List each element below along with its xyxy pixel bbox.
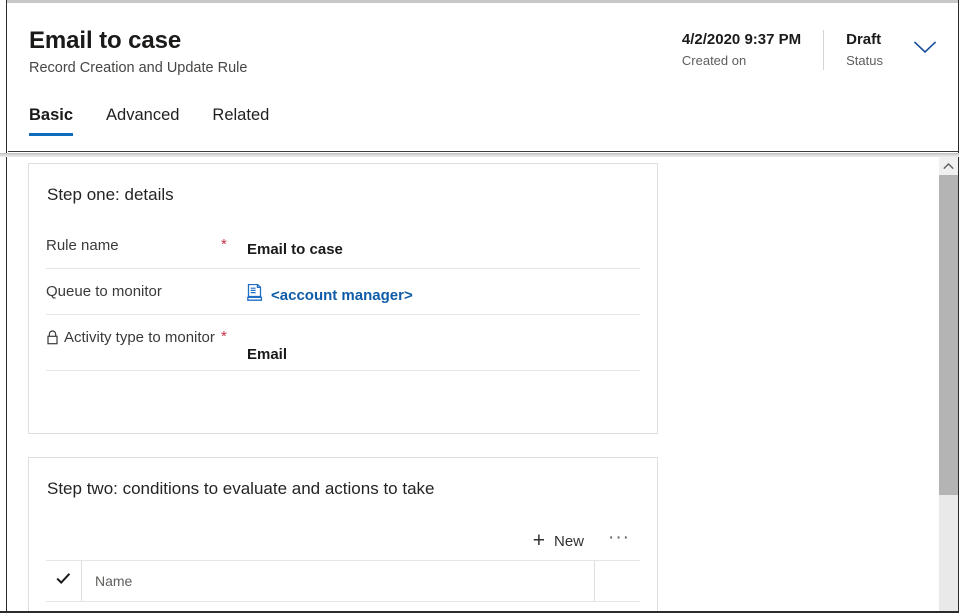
plus-icon: +: [532, 529, 545, 552]
vertical-scrollbar[interactable]: [939, 157, 958, 611]
status-label: Status: [846, 53, 883, 68]
checkmark-icon: [56, 572, 71, 590]
tab-related[interactable]: Related: [212, 103, 269, 136]
column-header-name[interactable]: Name: [81, 561, 594, 601]
rule-name-label-wrap: Rule name: [46, 229, 221, 257]
queue-label-wrap: Queue to monitor: [46, 275, 221, 303]
scroll-up-button[interactable]: [939, 157, 958, 175]
scrollbar-track[interactable]: [939, 495, 958, 611]
lock-icon: [46, 330, 59, 352]
header-info-bar: 4/2/2020 9:37 PM Created on Draft Status: [664, 30, 943, 70]
page-title: Email to case: [29, 27, 182, 54]
title-block: Email to case Record Creation and Update…: [29, 26, 247, 78]
form-tabs: Basic Advanced Related: [29, 103, 302, 136]
activity-type-required-marker: *: [221, 328, 227, 345]
header-expand-button[interactable]: [907, 32, 943, 68]
queue-to-monitor-label: Queue to monitor: [46, 283, 162, 300]
step-one-title: Step one: details: [47, 185, 174, 204]
select-all-checkbox[interactable]: [46, 561, 81, 601]
grid-column-divider: [594, 561, 595, 601]
tab-advanced[interactable]: Advanced: [106, 103, 179, 136]
step-two-command-bar: + New ···: [46, 522, 640, 561]
rule-name-value[interactable]: Email to case: [247, 229, 640, 265]
step-two-title: Step two: conditions to evaluate and act…: [47, 479, 435, 498]
step-one-card: Step one: details Rule name * Email to c…: [28, 163, 658, 434]
rule-name-required-marker: *: [221, 236, 227, 253]
chevron-down-icon: [913, 41, 937, 59]
field-row-rule-name: Rule name * Email to case: [46, 223, 640, 269]
queue-link[interactable]: <account manager>: [271, 285, 413, 307]
created-on-field: 4/2/2020 9:37 PM Created on: [664, 30, 823, 70]
new-button-label: New: [554, 532, 585, 550]
queue-required-marker: [221, 275, 247, 280]
activity-type-label: Activity type to monitor: [64, 329, 215, 346]
field-row-activity-type: Activity type to monitor * Email: [46, 315, 640, 371]
status-field[interactable]: Draft Status: [823, 30, 901, 70]
activity-type-value: Email: [247, 346, 288, 363]
scrollbar-thumb[interactable]: [939, 175, 958, 495]
chevron-up-icon: [943, 157, 954, 175]
form-content: Step one: details Rule name * Email to c…: [8, 157, 939, 611]
created-on-value: 4/2/2020 9:37 PM: [681, 31, 802, 48]
status-value: Draft: [846, 31, 882, 48]
field-row-queue-to-monitor: Queue to monitor <account manager>: [46, 269, 640, 315]
tab-basic[interactable]: Basic: [29, 103, 74, 136]
window-left-strip: [0, 0, 7, 613]
activity-type-label-wrap: Activity type to monitor: [46, 321, 221, 352]
app-window: Email to case Record Creation and Update…: [0, 0, 959, 613]
new-button[interactable]: + New: [525, 528, 592, 554]
step-one-fields: Rule name * Email to case Queue to monit…: [46, 223, 640, 371]
step-two-card: Step two: conditions to evaluate and act…: [28, 457, 658, 611]
conditions-grid-header: Name: [46, 561, 640, 602]
queue-to-monitor-value[interactable]: <account manager>: [247, 275, 640, 311]
more-horizontal-icon[interactable]: ···: [592, 528, 640, 549]
record-header: Email to case Record Creation and Update…: [8, 3, 958, 152]
rule-name-label: Rule name: [46, 237, 119, 254]
created-on-label: Created on: [681, 53, 747, 68]
record-type-subtitle: Record Creation and Update Rule: [29, 60, 248, 76]
queue-icon: [247, 283, 264, 309]
